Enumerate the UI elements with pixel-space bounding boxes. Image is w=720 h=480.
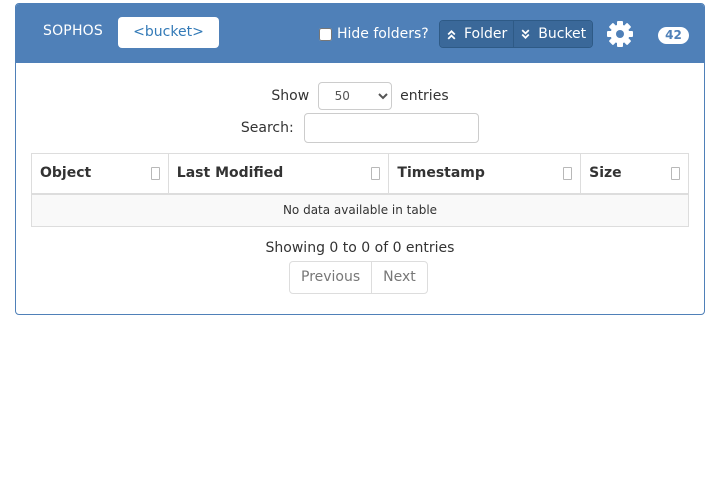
collapse-button-group: Folder Bucket [439,20,594,48]
page-length-select[interactable]: 10 25 50 100 [317,82,392,110]
column-header-timestamp[interactable]: Timestamp [388,153,582,195]
sort-icon [371,167,381,180]
sort-icon [671,167,680,180]
sort-icon [563,167,573,180]
bucket-button[interactable]: Bucket [513,21,593,47]
gear-icon[interactable] [605,19,635,49]
hide-folders-checkbox[interactable] [319,27,332,41]
search-label: Search: [240,120,294,136]
entries-label: entries [400,88,449,104]
column-header-label: Last Modified [176,165,284,182]
column-header-object[interactable]: Object [31,153,169,195]
table-row: No data available in table [31,193,689,227]
hide-folders-label: Hide folders? [337,26,429,42]
folder-button[interactable]: Folder [440,21,514,47]
bucket-tab[interactable]: <bucket> [118,17,219,48]
next-button[interactable]: Next [371,262,427,293]
show-label: Show [271,88,310,104]
table-info: Showing 0 to 0 of 0 entries [265,240,455,256]
column-header-label: Object [40,165,92,182]
search-input[interactable] [304,113,480,143]
column-header-last-modified[interactable]: Last Modified [167,153,390,195]
sort-icon [150,167,160,180]
previous-button[interactable]: Previous [290,262,371,293]
table-header-row: Object Last Modified Timestamp Size [31,153,689,195]
column-header-size[interactable]: Size [580,153,689,195]
search-control: Search: [16,113,704,143]
bucket-button-label: Bucket [538,26,587,42]
pagination: Previous Next [289,261,428,294]
objects-table: Object Last Modified Timestamp Size No d… [31,153,689,227]
page-length-control: Show 10 25 50 100 entries [16,82,704,110]
hide-folders-toggle[interactable]: Hide folders? [319,26,429,42]
column-header-label: Timestamp [397,165,485,182]
brand-link[interactable]: SOPHOS [43,23,103,39]
bucket-panel: SOPHOS <bucket> Hide folders? Folder Buc… [15,3,705,315]
panel-header: SOPHOS <bucket> Hide folders? Folder Buc… [16,4,704,63]
count-badge: 42 [658,27,689,44]
column-header-label: Size [589,165,622,182]
folder-button-label: Folder [464,26,508,42]
chevrons-up-icon [447,29,456,40]
empty-table-message: No data available in table [31,193,689,227]
chevrons-down-icon [521,28,530,39]
